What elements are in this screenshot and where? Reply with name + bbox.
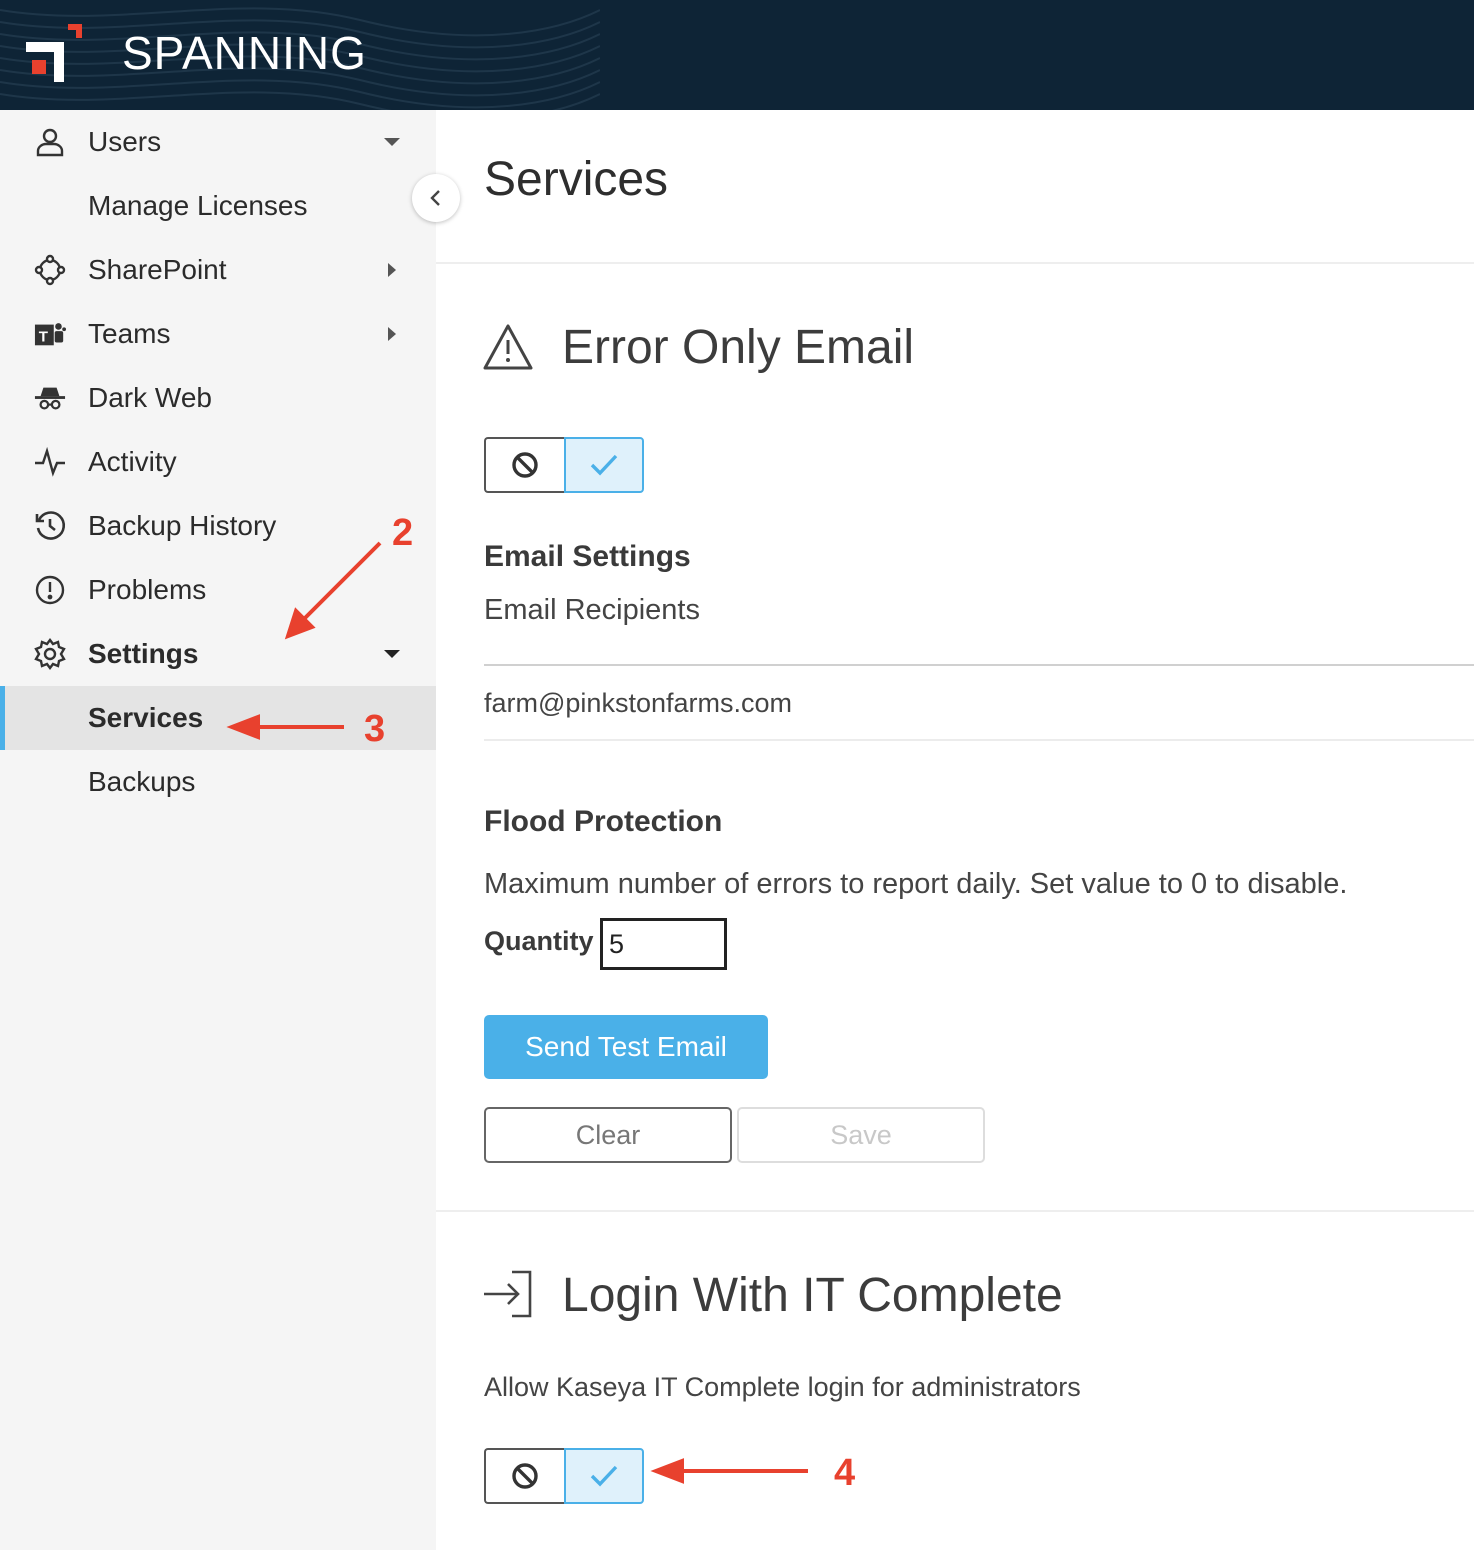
enable-button[interactable] bbox=[564, 437, 644, 493]
history-icon bbox=[34, 510, 66, 542]
page-title: Services bbox=[484, 153, 669, 206]
sidebar-item-label: Services bbox=[88, 702, 204, 733]
annotation-arrowhead-4 bbox=[650, 1458, 684, 1484]
quantity-label: Quantity bbox=[484, 926, 594, 956]
sidebar-item-label: Users bbox=[88, 126, 162, 157]
email-recipients-label: Email Recipients bbox=[484, 594, 700, 626]
sidebar-item-problems[interactable]: Problems bbox=[0, 558, 436, 622]
disable-button[interactable] bbox=[484, 1448, 564, 1504]
user-icon bbox=[34, 126, 66, 158]
chevron-right-icon[interactable] bbox=[380, 260, 404, 280]
sidebar-item-label: Backup History bbox=[88, 510, 277, 541]
enable-button[interactable] bbox=[564, 1448, 644, 1504]
disable-button[interactable] bbox=[484, 437, 564, 493]
login-icon bbox=[484, 1270, 532, 1318]
email-settings-heading: Email Settings bbox=[484, 540, 691, 573]
sidebar-item-backup-history[interactable]: Backup History bbox=[0, 494, 436, 558]
it-complete-toggle[interactable] bbox=[484, 1448, 644, 1504]
divider bbox=[436, 1210, 1474, 1212]
error-email-toggle[interactable] bbox=[484, 437, 644, 493]
chevron-down-icon[interactable] bbox=[380, 644, 404, 664]
ban-icon bbox=[512, 452, 538, 478]
teams-icon: T bbox=[34, 318, 66, 350]
annotation-label-2: 2 bbox=[392, 512, 414, 554]
brand-name: SPANNING bbox=[122, 27, 367, 79]
collapse-sidebar-button[interactable] bbox=[412, 174, 460, 222]
it-complete-description: Allow Kaseya IT Complete login for admin… bbox=[484, 1372, 1081, 1402]
section-title-error-email: Error Only Email bbox=[562, 321, 915, 374]
annotation-label-3: 3 bbox=[364, 708, 386, 750]
gear-icon bbox=[34, 638, 66, 670]
sidebar: Users Manage Licenses SharePoint T Teams… bbox=[0, 110, 436, 1550]
sharepoint-icon bbox=[34, 254, 66, 286]
sidebar-item-teams[interactable]: T Teams bbox=[0, 302, 436, 366]
sidebar-item-settings[interactable]: Settings bbox=[0, 622, 436, 686]
chevron-down-icon[interactable] bbox=[380, 132, 404, 152]
sidebar-item-label: Teams bbox=[88, 318, 171, 349]
section-title-it-complete: Login With IT Complete bbox=[562, 1269, 1063, 1322]
flood-protection-heading: Flood Protection bbox=[484, 805, 723, 838]
sidebar-item-label: Settings bbox=[88, 638, 199, 669]
divider bbox=[436, 262, 1474, 264]
alert-circle-icon bbox=[34, 574, 66, 606]
sidebar-item-label: Activity bbox=[88, 446, 177, 477]
chevron-left-icon bbox=[430, 190, 440, 206]
divider bbox=[484, 739, 1474, 741]
sidebar-item-dark-web[interactable]: Dark Web bbox=[0, 366, 436, 430]
quantity-input[interactable] bbox=[600, 918, 727, 970]
svg-text:T: T bbox=[39, 329, 49, 346]
sidebar-item-label: Dark Web bbox=[88, 382, 212, 413]
check-icon bbox=[590, 1465, 618, 1487]
sidebar-item-sharepoint[interactable]: SharePoint bbox=[0, 238, 436, 302]
spanning-logo[interactable] bbox=[24, 24, 84, 84]
email-recipient[interactable]: farm@pinkstonfarms.com bbox=[484, 688, 792, 719]
sidebar-item-manage-licenses[interactable]: Manage Licenses bbox=[0, 174, 436, 238]
sidebar-item-activity[interactable]: Activity bbox=[0, 430, 436, 494]
warning-triangle-icon bbox=[483, 324, 533, 370]
send-test-email-button[interactable]: Send Test Email bbox=[484, 1015, 768, 1079]
activity-icon bbox=[34, 446, 66, 478]
chevron-right-icon[interactable] bbox=[380, 324, 404, 344]
sidebar-item-label: Problems bbox=[88, 574, 207, 605]
ban-icon bbox=[512, 1463, 538, 1489]
check-icon bbox=[590, 454, 618, 476]
flood-protection-description: Maximum number of errors to report daily… bbox=[484, 868, 1348, 900]
save-button[interactable]: Save bbox=[737, 1107, 985, 1163]
clear-button[interactable]: Clear bbox=[484, 1107, 732, 1163]
annotation-label-4: 4 bbox=[834, 1452, 856, 1494]
sidebar-item-backups[interactable]: Backups bbox=[0, 750, 436, 814]
divider bbox=[484, 664, 1474, 666]
sidebar-item-users[interactable]: Users bbox=[0, 110, 436, 174]
spy-icon bbox=[34, 382, 66, 414]
sidebar-item-label: Backups bbox=[88, 766, 196, 797]
app-header: SPANNING bbox=[0, 0, 1474, 110]
sidebar-item-label: Manage Licenses bbox=[88, 190, 308, 221]
sidebar-item-label: SharePoint bbox=[88, 254, 227, 285]
